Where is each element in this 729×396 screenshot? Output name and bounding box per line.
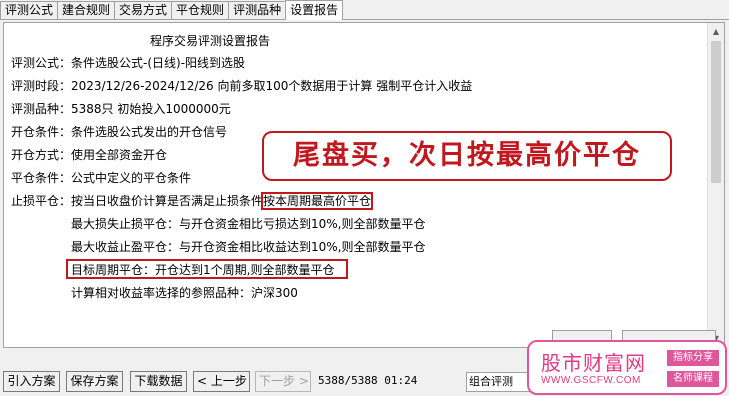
watermark-site-name: 股市财富网 bbox=[541, 351, 646, 375]
evaluation-mode-select[interactable]: 组合评测 bbox=[466, 372, 530, 392]
tab-bar: 评测公式 建合规则 交易方式 平仓规则 评测品种 设置报告 bbox=[0, 0, 729, 20]
tab-trade-method[interactable]: 交易方式 bbox=[114, 1, 173, 19]
report-max-profit: 最大收益止盈平仓：与开仓资金相比收益达到10%,则全部数量平仓 bbox=[71, 240, 426, 254]
import-plan-button[interactable]: 引入方案 bbox=[3, 371, 60, 392]
tab-close-rules[interactable]: 平仓规则 bbox=[171, 1, 230, 19]
tab-build-rules[interactable]: 建合规则 bbox=[57, 1, 116, 19]
report-title: 程序交易评测设置报告 bbox=[150, 34, 271, 48]
watermark-tag-share: 指标分享 bbox=[667, 350, 719, 366]
progress-status: 5388/5388 01:24 bbox=[318, 374, 418, 387]
report-open-condition: 开仓条件：条件选股公式发出的开仓信号 bbox=[11, 125, 228, 139]
download-data-button[interactable]: 下载数据 bbox=[130, 371, 187, 392]
scroll-up-arrow-icon[interactable]: ▲ bbox=[708, 23, 724, 40]
stop-loss-highlight: 按本周期最高价平仓 bbox=[261, 192, 374, 210]
tab-varieties[interactable]: 评测品种 bbox=[228, 1, 287, 19]
report-benchmark: 计算相对收益率选择的参照品种：沪深300 bbox=[71, 286, 298, 300]
watermark-url: WWW.GSCFW.COM bbox=[541, 375, 641, 386]
prev-step-button[interactable]: < 上一步 bbox=[193, 371, 250, 392]
report-open-method: 开仓方式：使用全部资金开仓 bbox=[11, 148, 168, 162]
report-period: 评测时段：2023/12/26-2024/12/26 向前多取100个数据用于计… bbox=[11, 79, 473, 93]
callout-annotation: 尾盘买，次日按最高价平仓 bbox=[262, 131, 672, 181]
watermark-tag-course: 名师课程 bbox=[667, 371, 719, 387]
report-stop-loss: 止损平仓：按当日收盘价计算是否满足止损条件按本周期最高价平仓 bbox=[11, 192, 374, 210]
report-panel: 程序交易评测设置报告 评测公式：条件选股公式-(日线)-阳线到选股 评测时段：2… bbox=[3, 22, 725, 348]
next-step-button[interactable]: 下一步 > bbox=[255, 371, 311, 392]
stop-loss-prefix: 止损平仓：按当日收盘价计算是否满足止损条件 bbox=[11, 194, 264, 208]
report-close-condition: 平仓条件：公式中定义的平仓条件 bbox=[11, 171, 192, 185]
scroll-thumb[interactable] bbox=[711, 41, 721, 183]
vertical-scrollbar[interactable]: ▲ ▼ bbox=[707, 23, 724, 347]
save-plan-button[interactable]: 保存方案 bbox=[66, 371, 123, 392]
report-max-loss: 最大损失止损平仓：与开仓资金相比亏损达到10%,则全部数量平仓 bbox=[71, 217, 426, 231]
report-varieties: 评测品种：5388只 初始投入1000000元 bbox=[11, 102, 231, 116]
report-formula: 评测公式：条件选股公式-(日线)-阳线到选股 bbox=[11, 56, 246, 70]
tab-formula[interactable]: 评测公式 bbox=[0, 1, 59, 19]
site-watermark: 股市财富网 WWW.GSCFW.COM 指标分享 名师课程 bbox=[527, 340, 727, 395]
report-target-period: 目标周期平仓：开仓达到1个周期,则全部数量平仓 bbox=[71, 263, 335, 277]
tab-settings-report[interactable]: 设置报告 bbox=[285, 0, 344, 20]
